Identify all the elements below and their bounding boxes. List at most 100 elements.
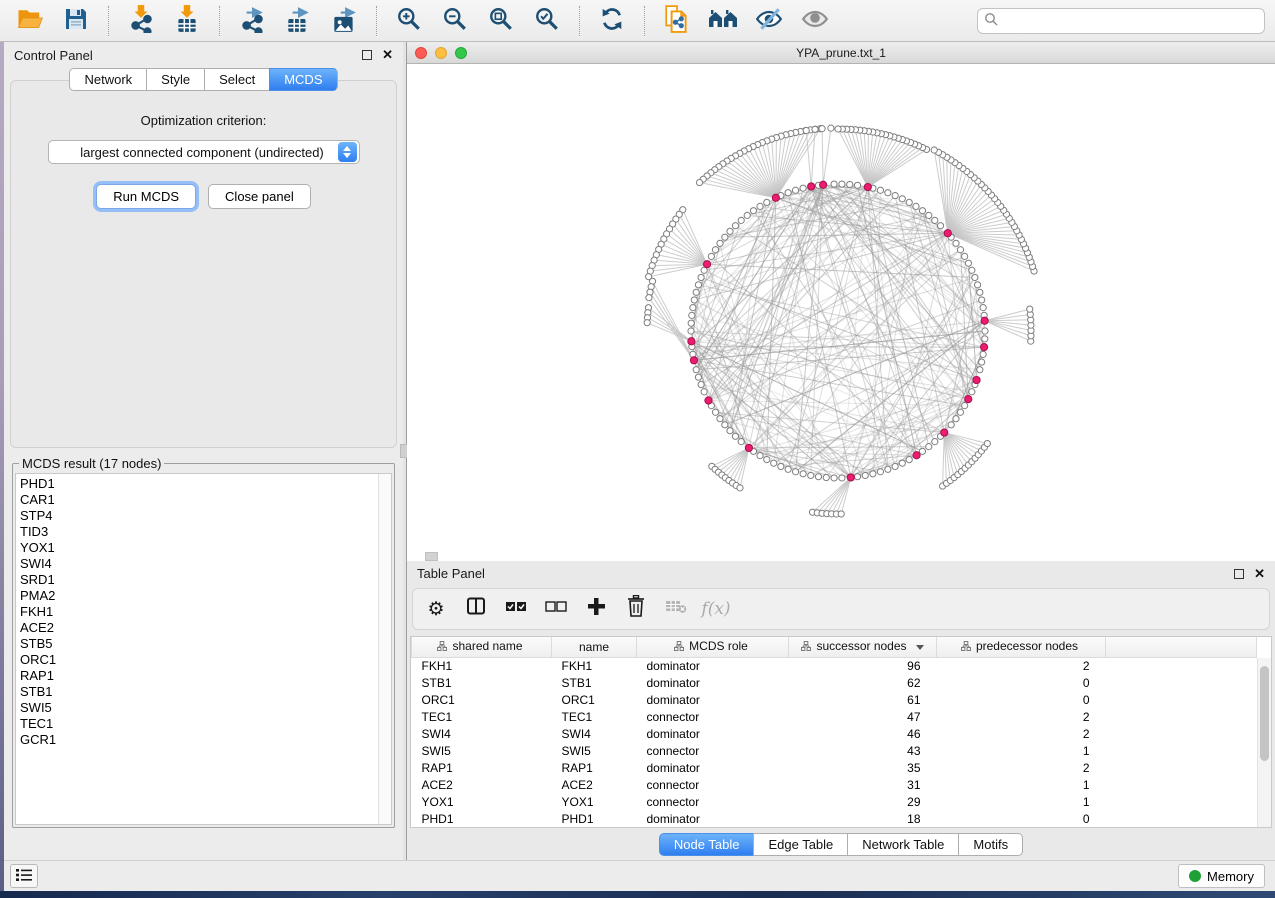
show-all-button[interactable] xyxy=(795,4,835,38)
mcds-result-item[interactable]: YOX1 xyxy=(20,540,374,556)
mcds-result-item[interactable]: FKH1 xyxy=(20,604,374,620)
close-table-panel-icon[interactable]: ✕ xyxy=(1254,569,1265,579)
column-type-icon xyxy=(674,640,684,654)
clone-network-button[interactable] xyxy=(657,4,697,38)
import-table-button[interactable] xyxy=(167,4,207,38)
tab-mcds[interactable]: MCDS xyxy=(269,68,337,91)
mcds-result-item[interactable]: SWI5 xyxy=(20,700,374,716)
select-all-columns-button[interactable] xyxy=(503,596,529,622)
mcds-result-item[interactable]: SRD1 xyxy=(20,572,374,588)
export-table-button[interactable] xyxy=(278,4,318,38)
toolbar-separator xyxy=(108,6,109,36)
mcds-result-item[interactable]: GCR1 xyxy=(20,732,374,748)
zoom-fit-button[interactable] xyxy=(481,4,521,38)
refresh-view-button[interactable] xyxy=(592,4,632,38)
tab-select[interactable]: Select xyxy=(204,68,269,91)
search-input[interactable] xyxy=(1003,14,1258,28)
zoom-out-button[interactable] xyxy=(435,4,475,38)
delete-table-button[interactable] xyxy=(663,596,689,622)
mcds-result-item[interactable]: STP4 xyxy=(20,508,374,524)
table-tab-motifs[interactable]: Motifs xyxy=(958,833,1023,856)
export-table-icon xyxy=(285,5,311,36)
criterion-dropdown[interactable]: largest connected component (undirected) xyxy=(48,140,360,164)
import-network-icon xyxy=(128,5,154,36)
column-header-predecessor-nodes[interactable]: predecessor nodes xyxy=(937,637,1106,657)
show-columns-button[interactable] xyxy=(463,596,489,622)
mcds-result-item[interactable]: TID3 xyxy=(20,524,374,540)
delete-column-button[interactable] xyxy=(623,596,649,622)
table-scrollbar[interactable] xyxy=(1257,658,1271,827)
table-options-button[interactable]: ⚙ xyxy=(423,596,449,622)
function-builder-button[interactable]: f(x) xyxy=(703,596,729,622)
table-tab-node-table[interactable]: Node Table xyxy=(659,833,754,856)
column-header-mcds-role[interactable]: MCDS role xyxy=(637,637,789,657)
mcds-result-item[interactable]: CAR1 xyxy=(20,492,374,508)
column-header-shared-name[interactable]: shared name xyxy=(412,637,552,657)
table-tab-edge-table[interactable]: Edge Table xyxy=(753,833,847,856)
column-header-name[interactable]: name xyxy=(552,637,637,657)
tab-network[interactable]: Network xyxy=(69,68,146,91)
save-session-button[interactable] xyxy=(56,4,96,38)
deselect-all-columns-button[interactable] xyxy=(543,596,569,622)
table-tab-network-table[interactable]: Network Table xyxy=(847,833,958,856)
toolbar-separator xyxy=(579,6,580,36)
desktop-edge-bottom xyxy=(0,891,1275,898)
desktop-edge-left xyxy=(0,42,4,891)
table-row[interactable]: TEC1TEC1connector472 xyxy=(412,708,1257,725)
table-panel: Table Panel ✕ ⚙ f(x) shared namenameMCDS… xyxy=(407,561,1275,860)
table-row[interactable]: PHD1PHD1dominator180 xyxy=(412,810,1257,827)
table-row[interactable]: ORC1ORC1dominator610 xyxy=(412,691,1257,708)
run-mcds-button[interactable]: Run MCDS xyxy=(96,184,196,209)
float-table-panel-icon[interactable] xyxy=(1234,569,1244,579)
mcds-result-item[interactable]: RAP1 xyxy=(20,668,374,684)
table-row[interactable]: SWI4SWI4dominator462 xyxy=(412,725,1257,742)
network-window: YPA_prune.txt_1 xyxy=(407,42,1275,561)
deselect-all-icon xyxy=(545,598,567,620)
export-network-icon xyxy=(239,5,265,36)
mcds-result-item[interactable]: PHD1 xyxy=(20,476,374,492)
table-row[interactable]: FKH1FKH1dominator962 xyxy=(412,657,1257,674)
memory-button[interactable]: Memory xyxy=(1178,864,1265,888)
column-header-filler xyxy=(1106,637,1257,657)
zoom-in-button[interactable] xyxy=(389,4,429,38)
export-network-button[interactable] xyxy=(232,4,272,38)
column-header-successor-nodes[interactable]: successor nodes xyxy=(789,637,937,657)
network-graph[interactable] xyxy=(407,64,1275,560)
first-neighbors-icon xyxy=(708,7,738,34)
hide-selected-button[interactable] xyxy=(749,4,789,38)
close-panel-button[interactable]: Close panel xyxy=(208,184,311,209)
search-field[interactable] xyxy=(977,8,1265,34)
mcds-result-item[interactable]: TEC1 xyxy=(20,716,374,732)
task-history-button[interactable] xyxy=(10,864,38,888)
import-network-button[interactable] xyxy=(121,4,161,38)
table-row[interactable]: YOX1YOX1connector291 xyxy=(412,793,1257,810)
export-image-button[interactable] xyxy=(324,4,364,38)
mcds-result-item[interactable]: ACE2 xyxy=(20,620,374,636)
table-row[interactable]: ACE2ACE2connector311 xyxy=(412,776,1257,793)
create-column-button[interactable] xyxy=(583,596,609,622)
toolbar-separator xyxy=(376,6,377,36)
function-icon: f(x) xyxy=(701,599,730,619)
table-row[interactable]: STB1STB1dominator620 xyxy=(412,674,1257,691)
zoom-selected-button[interactable] xyxy=(527,4,567,38)
mcds-result-item[interactable]: SWI4 xyxy=(20,556,374,572)
clone-network-icon xyxy=(663,5,691,36)
mcds-result-item[interactable]: PMA2 xyxy=(20,588,374,604)
column-type-icon xyxy=(801,640,811,654)
open-file-button[interactable] xyxy=(10,4,50,38)
mcds-result-item[interactable]: ORC1 xyxy=(20,652,374,668)
close-panel-icon[interactable]: ✕ xyxy=(382,50,393,60)
plus-icon xyxy=(586,596,606,622)
table-row[interactable]: RAP1RAP1dominator352 xyxy=(412,759,1257,776)
first-neighbors-button[interactable] xyxy=(703,4,743,38)
horizontal-splitter-handle[interactable] xyxy=(425,552,438,561)
criterion-value: largest connected component (undirected) xyxy=(49,145,338,160)
tab-style[interactable]: Style xyxy=(146,68,204,91)
mcds-list-scrollbar[interactable] xyxy=(378,474,391,824)
table-row[interactable]: SWI5SWI5connector431 xyxy=(412,742,1257,759)
table-scrollbar-thumb[interactable] xyxy=(1260,666,1269,761)
refresh-icon xyxy=(599,6,625,35)
mcds-result-item[interactable]: STB1 xyxy=(20,684,374,700)
float-panel-icon[interactable] xyxy=(362,50,372,60)
mcds-result-item[interactable]: STB5 xyxy=(20,636,374,652)
